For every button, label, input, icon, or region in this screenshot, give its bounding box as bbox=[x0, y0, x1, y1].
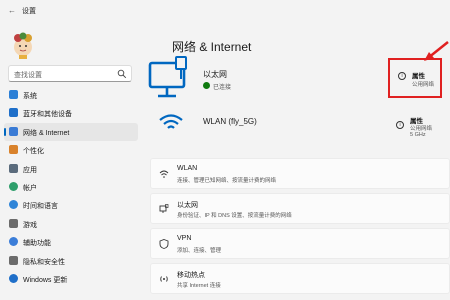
card-vpn[interactable]: VPN 添加、连接、管理 bbox=[150, 228, 450, 259]
ethernet-status: 已连接 bbox=[213, 85, 232, 91]
accessibility-icon bbox=[9, 237, 18, 247]
ethernet-name: 以太网 bbox=[203, 70, 227, 79]
search-icon bbox=[117, 69, 127, 79]
network-icon bbox=[9, 126, 18, 136]
sidebar-item-label: 系统 bbox=[23, 93, 37, 100]
card-ethernet[interactable]: 以太网 身份验证、IP 和 DNS 设置、按流量计费的网络 bbox=[150, 193, 450, 224]
search-input[interactable]: 查找设置 bbox=[8, 65, 132, 82]
sidebar-item-accessibility[interactable]: 辅助功能 bbox=[4, 233, 138, 251]
properties-title: 属性 bbox=[412, 73, 425, 80]
sidebar-item-label: Windows 更新 bbox=[23, 276, 68, 284]
sidebar-item-windows-update[interactable]: Windows 更新 bbox=[4, 270, 138, 288]
ethernet-monitor-icon bbox=[148, 56, 187, 98]
wlan-network-type: 公用网络 bbox=[410, 126, 433, 132]
sidebar-nav: 系统 蓝牙和其他设备 网络 & Internet 个性化 应用 帐户 时间和语言… bbox=[4, 86, 138, 288]
sidebar-item-label: 网络 & Internet bbox=[23, 129, 70, 137]
sidebar-item-label: 帐户 bbox=[23, 184, 37, 192]
hotspot-icon bbox=[160, 276, 168, 282]
wlan-name: WLAN (fly_5G) bbox=[203, 117, 257, 126]
sidebar-item-privacy[interactable]: 隐私和安全性 bbox=[4, 252, 138, 270]
sidebar-item-label: 辅助功能 bbox=[23, 240, 51, 248]
wifi-icon bbox=[159, 170, 169, 178]
monitor-icon bbox=[9, 90, 18, 99]
sidebar-item-label: 游戏 bbox=[23, 221, 37, 229]
bluetooth-icon bbox=[9, 108, 18, 118]
sidebar-item-label: 隐私和安全性 bbox=[23, 258, 65, 266]
shield-icon bbox=[9, 255, 18, 265]
card-description: 共享 Internet 连接 bbox=[177, 283, 221, 289]
card-title: 移动热点 bbox=[177, 272, 205, 279]
sidebar-item-personalization[interactable]: 个性化 bbox=[4, 141, 138, 159]
back-arrow-icon[interactable]: ← bbox=[8, 6, 16, 15]
sidebar-item-label: 个性化 bbox=[23, 148, 44, 156]
sidebar-item-label: 应用 bbox=[23, 166, 37, 174]
connected-icon bbox=[203, 82, 210, 89]
sidebar-item-network[interactable]: 网络 & Internet bbox=[4, 122, 138, 141]
card-description: 身份验证、IP 和 DNS 设置、按流量计费的网络 bbox=[177, 213, 292, 219]
info-icon[interactable]: i bbox=[396, 121, 404, 129]
sidebar-item-system[interactable]: 系统 bbox=[4, 86, 138, 104]
avatar[interactable] bbox=[8, 30, 38, 60]
sidebar-item-gaming[interactable]: 游戏 bbox=[4, 215, 138, 233]
title-bar: ← 设置 bbox=[0, 0, 450, 22]
sidebar-item-label: 蓝牙和其他设备 bbox=[23, 111, 72, 119]
card-title: VPN bbox=[177, 235, 192, 242]
ethernet-icon bbox=[159, 204, 169, 213]
update-icon bbox=[9, 273, 18, 283]
globe-icon bbox=[9, 200, 18, 210]
sidebar-item-bluetooth[interactable]: 蓝牙和其他设备 bbox=[4, 104, 138, 122]
page-title: 网络 & Internet bbox=[172, 40, 252, 54]
account-icon bbox=[9, 181, 18, 191]
sidebar-item-accounts[interactable]: 帐户 bbox=[4, 178, 138, 196]
card-title: 以太网 bbox=[177, 202, 198, 209]
card-description: 连接、管理已知网络、按流量计费的网络 bbox=[177, 178, 277, 184]
gamepad-icon bbox=[9, 218, 18, 228]
sidebar-item-time-language[interactable]: 时间和语言 bbox=[4, 196, 138, 214]
brush-icon bbox=[9, 145, 18, 155]
card-description: 添加、连接、管理 bbox=[177, 248, 222, 254]
window-title: 设置 bbox=[22, 8, 36, 15]
sidebar-item-label: 时间和语言 bbox=[23, 203, 58, 211]
properties-network-type: 公用网络 bbox=[412, 82, 435, 88]
apps-icon bbox=[9, 163, 18, 173]
wifi-icon bbox=[159, 114, 183, 129]
card-wlan[interactable]: WLAN 连接、管理已知网络、按流量计费的网络 bbox=[150, 158, 450, 189]
annotation-arrow-icon bbox=[424, 41, 449, 61]
wlan-band: 5 GHz bbox=[410, 132, 426, 138]
vpn-shield-icon bbox=[159, 239, 169, 249]
search-placeholder: 查找设置 bbox=[14, 72, 42, 79]
sidebar-item-apps[interactable]: 应用 bbox=[4, 160, 138, 178]
ethernet-properties-button[interactable]: i 属性 公用网络 bbox=[388, 58, 442, 98]
info-icon: i bbox=[398, 72, 406, 80]
card-title: WLAN bbox=[177, 165, 198, 172]
card-mobile-hotspot[interactable]: 移动热点 共享 Internet 连接 bbox=[150, 263, 450, 294]
